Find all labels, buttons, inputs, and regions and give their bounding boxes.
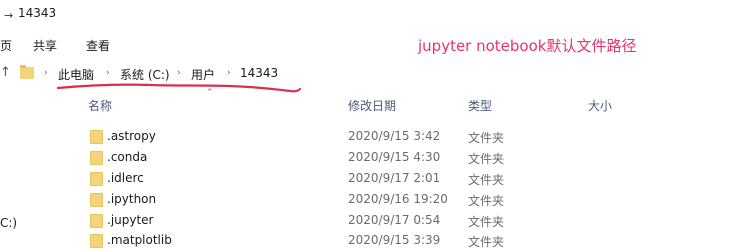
folder-icon xyxy=(90,172,103,186)
file-name: .idlerc xyxy=(107,171,144,185)
list-item[interactable]: .ipython 2020/9/16 19:20 文件夹 xyxy=(0,190,744,210)
title-prefix: → xyxy=(4,9,14,22)
list-item[interactable]: .conda 2020/9/15 4:30 文件夹 xyxy=(0,148,744,168)
file-name: .matplotlib xyxy=(107,233,172,247)
file-modified: 2020/9/16 19:20 xyxy=(348,192,448,206)
folder-icon xyxy=(90,151,103,165)
column-header-modified[interactable]: 修改日期 xyxy=(348,97,396,114)
folder-icon xyxy=(90,193,103,207)
list-item[interactable]: .astropy 2020/9/15 3:42 文件夹 xyxy=(0,127,744,147)
column-header-type[interactable]: 类型 xyxy=(468,97,492,114)
file-type: 文件夹 xyxy=(468,131,505,145)
file-modified: 2020/9/17 0:54 xyxy=(348,213,441,227)
ribbon-tab-view[interactable]: 查看 xyxy=(86,37,110,54)
file-type: 文件夹 xyxy=(468,194,505,208)
file-modified: 2020/9/15 4:30 xyxy=(348,150,441,164)
list-item[interactable]: .idlerc 2020/9/17 2:01 文件夹 xyxy=(0,169,744,189)
file-type: 文件夹 xyxy=(468,152,505,166)
file-type: 文件夹 xyxy=(468,235,505,249)
chevron-right-icon[interactable]: › xyxy=(44,68,48,78)
file-name: .astropy xyxy=(107,129,156,143)
arrow-up-icon[interactable]: ↑ xyxy=(0,65,11,80)
chevron-right-icon[interactable]: › xyxy=(106,68,110,78)
ribbon-tab-page[interactable]: 页 xyxy=(0,37,12,54)
breadcrumb-user-folder[interactable]: 14343 xyxy=(240,66,278,80)
chevron-right-icon[interactable]: › xyxy=(177,68,181,78)
column-header-name[interactable]: 名称 xyxy=(88,97,112,114)
column-header-size[interactable]: 大小 xyxy=(588,97,612,114)
file-modified: 2020/9/17 2:01 xyxy=(348,171,441,185)
sort-caret-icon: ⌃ xyxy=(206,88,214,98)
file-name: .jupyter xyxy=(107,213,154,227)
title-bar: → 14343 xyxy=(0,0,744,28)
folder-icon xyxy=(90,130,103,144)
list-item[interactable]: .jupyter 2020/9/17 0:54 文件夹 xyxy=(0,211,744,231)
ribbon-tab-share[interactable]: 共享 xyxy=(33,37,57,54)
list-item[interactable]: .matplotlib 2020/9/15 3:39 文件夹 xyxy=(0,231,744,250)
folder-icon xyxy=(90,214,103,228)
annotation-text: jupyter notebook默认文件路径 xyxy=(418,37,637,55)
file-name: .conda xyxy=(107,150,148,164)
file-type: 文件夹 xyxy=(468,173,505,187)
folder-icon xyxy=(20,65,34,79)
file-modified: 2020/9/15 3:39 xyxy=(348,233,441,247)
window-title: 14343 xyxy=(18,6,57,20)
file-type: 文件夹 xyxy=(468,215,505,229)
annotation-underline xyxy=(56,83,302,93)
file-name: .ipython xyxy=(107,192,157,206)
folder-icon xyxy=(90,234,103,248)
chevron-right-icon[interactable]: › xyxy=(227,68,231,78)
file-modified: 2020/9/15 3:42 xyxy=(348,129,441,143)
